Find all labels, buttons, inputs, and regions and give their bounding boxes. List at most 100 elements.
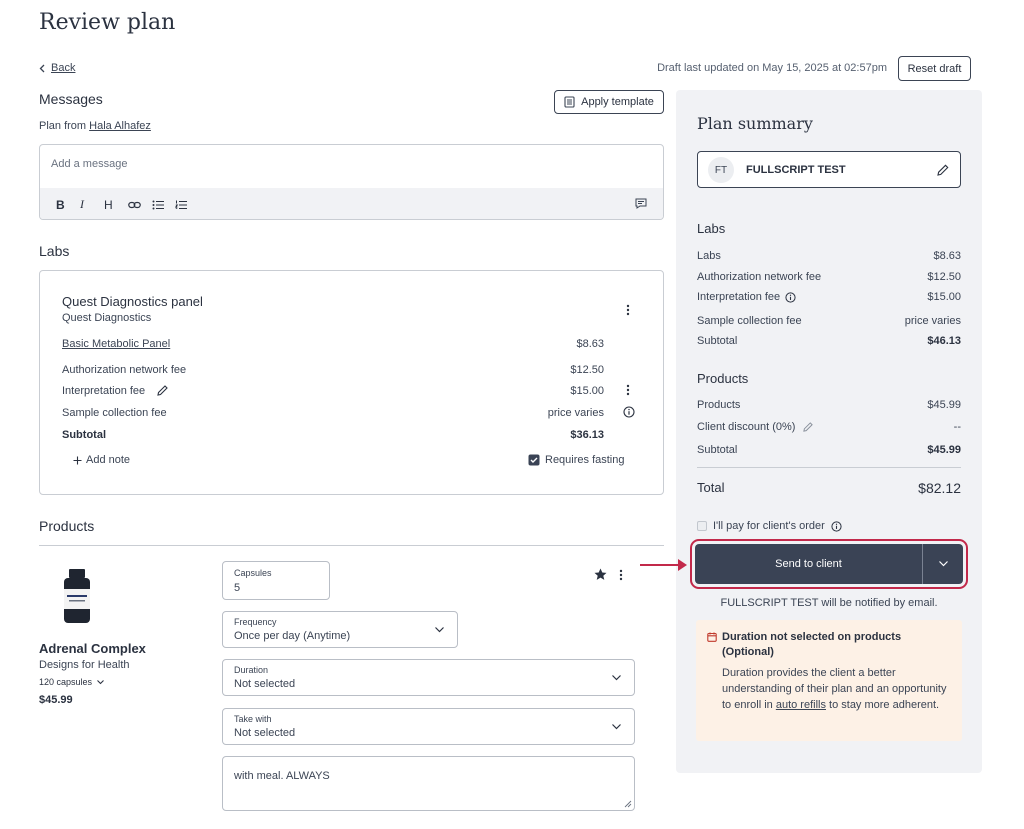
info-icon[interactable] <box>785 291 796 303</box>
client-card[interactable]: FT FULLSCRIPT TEST <box>697 151 961 188</box>
pay-for-order-checkbox[interactable]: I'll pay for client's order <box>697 520 842 532</box>
requires-fasting-label: Requires fasting <box>545 454 625 466</box>
info-icon[interactable] <box>831 520 842 532</box>
test-name-link[interactable]: Basic Metabolic Panel <box>62 338 170 350</box>
summary-products-label: Products <box>697 399 741 411</box>
checkbox-checked-icon <box>528 454 540 466</box>
panel-subtotal-value: $36.13 <box>570 429 604 441</box>
plan-from-name-link[interactable]: Hala Alhafez <box>89 120 151 132</box>
summary-products-value: $45.99 <box>927 399 961 411</box>
product-size-select[interactable]: 120 capsules <box>39 677 104 687</box>
duration-select[interactable]: Duration Not selected <box>222 659 635 696</box>
plan-summary-panel: Plan summary FT FULLSCRIPT TEST Labs Lab… <box>676 90 982 773</box>
heading-icon[interactable]: H <box>104 198 117 212</box>
add-note-button[interactable]: Add note <box>73 454 130 466</box>
frequency-label: Frequency <box>234 617 277 627</box>
reset-draft-button[interactable]: Reset draft <box>898 56 971 81</box>
send-to-client-button[interactable]: Send to client <box>695 544 923 584</box>
chevron-down-icon <box>435 627 445 637</box>
summary-discount-row: Client discount (0%) <box>697 421 814 433</box>
summary-interp-row: Interpretation fee <box>697 291 796 303</box>
back-link[interactable]: Back <box>39 62 75 74</box>
edit-pencil-icon[interactable] <box>937 164 949 176</box>
plan-from-prefix: Plan from <box>39 120 87 132</box>
auth-fee-label: Authorization network fee <box>62 364 187 376</box>
add-note-label: Add note <box>86 454 131 466</box>
capsules-label: Capsules <box>234 568 272 578</box>
instructions-value: with meal. ALWAYS <box>234 770 330 782</box>
chevron-left-icon <box>39 64 45 73</box>
link-icon[interactable] <box>128 200 141 210</box>
product-price: $45.99 <box>39 694 73 706</box>
bold-icon[interactable]: B <box>56 198 69 212</box>
send-to-client-label: Send to client <box>775 558 842 570</box>
take-with-select[interactable]: Take with Not selected <box>222 708 635 745</box>
apply-template-label: Apply template <box>581 96 654 108</box>
notified-text: FULLSCRIPT TEST will be notified by emai… <box>720 597 938 609</box>
auth-fee-value: $12.50 <box>570 364 604 376</box>
italic-icon[interactable]: I <box>80 197 93 212</box>
summary-products-subtotal-label: Subtotal <box>697 444 738 456</box>
chevron-down-icon <box>97 679 104 685</box>
calendar-warning-icon <box>707 632 717 642</box>
chevron-down-icon <box>612 724 622 734</box>
summary-auth-label: Authorization network fee <box>697 271 822 283</box>
interp-more-icon[interactable] <box>626 384 630 396</box>
pencil-icon[interactable] <box>157 385 168 396</box>
warning-body-post: to stay more adherent. <box>829 699 940 711</box>
panel-title: Quest Diagnostics panel <box>62 294 203 309</box>
comment-icon[interactable] <box>635 198 647 209</box>
plan-from: Plan from Hala Alhafez <box>39 120 151 132</box>
star-icon[interactable] <box>594 568 607 581</box>
pay-for-order-label: I'll pay for client's order <box>713 520 825 532</box>
duration-warning: Duration not selected on products (Optio… <box>696 620 962 741</box>
avatar-initials: FT <box>714 164 728 176</box>
info-icon[interactable] <box>623 406 635 418</box>
pencil-icon[interactable] <box>803 422 814 432</box>
product-brand: Designs for Health <box>39 659 130 671</box>
summary-auth-value: $12.50 <box>927 271 961 283</box>
total-label: Total <box>697 480 725 495</box>
summary-labs-label: Labs <box>697 250 721 262</box>
resize-handle-icon[interactable] <box>624 800 632 808</box>
warning-title: Duration not selected on products (Optio… <box>722 631 902 658</box>
warning-body: Duration provides the client a better un… <box>722 665 948 713</box>
total-value: $82.12 <box>918 480 961 496</box>
apply-template-button[interactable]: Apply template <box>554 90 664 114</box>
panel-more-icon[interactable] <box>626 304 630 316</box>
editor-toolbar: B I H <box>40 188 663 219</box>
plus-icon <box>73 456 82 465</box>
requires-fasting-checkbox[interactable]: Requires fasting <box>528 454 625 466</box>
take-with-label: Take with <box>234 714 272 724</box>
bullet-list-icon[interactable] <box>152 200 164 210</box>
summary-products-heading: Products <box>697 371 749 386</box>
summary-heading: Plan summary <box>697 114 813 133</box>
summary-interp-label: Interpretation fee <box>697 291 781 303</box>
duration-label: Duration <box>234 665 269 675</box>
send-options-dropdown[interactable] <box>923 544 963 584</box>
numbered-list-icon[interactable] <box>175 200 187 210</box>
product-image <box>62 569 92 625</box>
chevron-down-icon <box>938 561 948 567</box>
summary-interp-value: $15.00 <box>927 291 961 303</box>
capsules-field[interactable]: Capsules 5 <box>222 561 330 600</box>
product-size-label: 120 capsules <box>39 677 93 687</box>
product-more-icon[interactable] <box>619 569 623 581</box>
frequency-value: Once per day (Anytime) <box>234 630 351 642</box>
product-name[interactable]: Adrenal Complex <box>39 641 146 656</box>
back-label: Back <box>51 62 76 74</box>
page-title: Review plan <box>39 10 176 35</box>
products-divider <box>39 545 664 546</box>
frequency-select[interactable]: Frequency Once per day (Anytime) <box>222 611 458 648</box>
sample-fee-label: Sample collection fee <box>62 407 167 419</box>
products-heading: Products <box>39 518 95 534</box>
message-editor[interactable]: Add a message B I H <box>39 144 664 220</box>
message-input[interactable]: Add a message <box>51 158 127 170</box>
auto-refills-link[interactable]: auto refills <box>776 699 826 711</box>
panel-subtitle: Quest Diagnostics <box>62 312 152 324</box>
take-with-value: Not selected <box>234 727 296 739</box>
instructions-textarea[interactable]: with meal. ALWAYS <box>222 756 635 811</box>
annotation-arrow <box>640 558 688 572</box>
capsules-value: 5 <box>234 582 241 594</box>
duration-value: Not selected <box>234 678 296 690</box>
